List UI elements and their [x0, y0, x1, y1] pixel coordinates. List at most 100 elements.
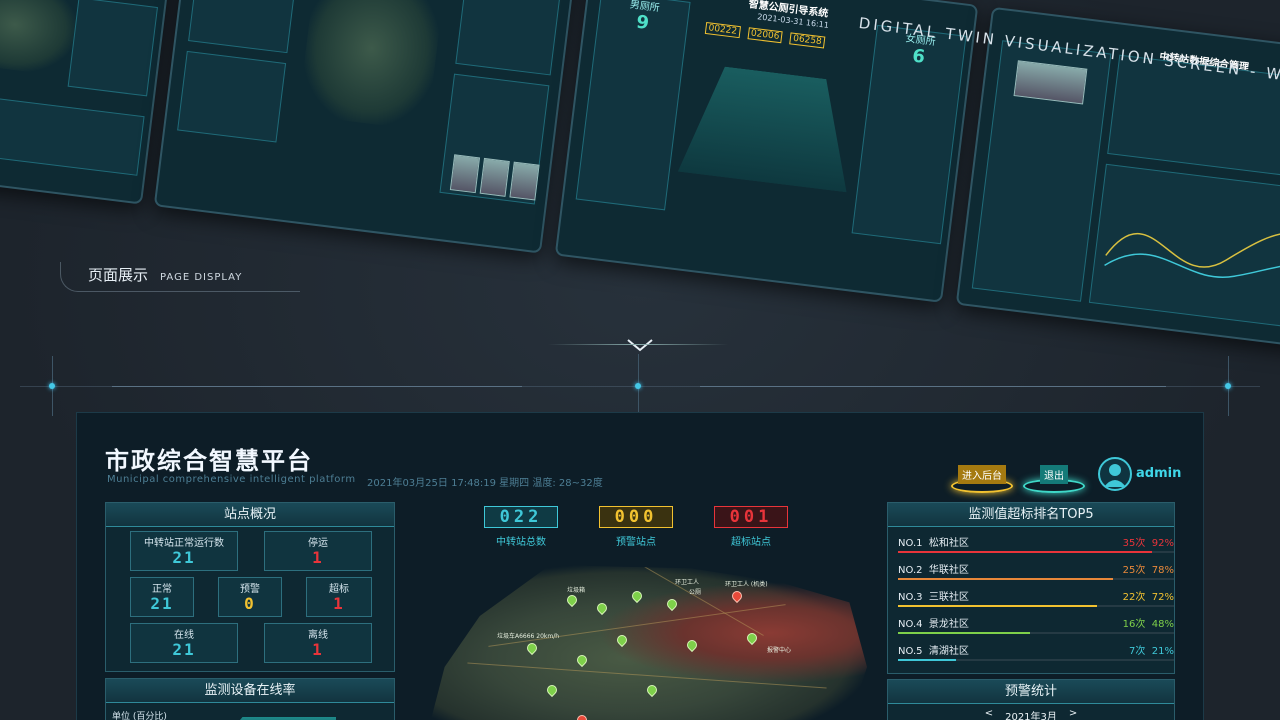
month-switcher: < 2021年3月 >	[888, 704, 1174, 720]
warning-label: 预警	[240, 584, 260, 595]
rank-bar	[898, 605, 1174, 607]
rank-bar-fill	[898, 659, 956, 661]
counter-exceed-stations: 001 超标站点	[714, 506, 788, 548]
map-pin[interactable]	[664, 596, 680, 612]
stopped-label: 停运	[308, 538, 328, 549]
exceed-value: 1	[333, 594, 345, 613]
exceed-percent: 78%	[1151, 565, 1174, 576]
alarm-pin[interactable]	[574, 712, 590, 720]
exceed-label: 超标	[329, 584, 349, 595]
online-value: 21	[172, 640, 196, 659]
exceed-times: 25次	[1122, 565, 1146, 576]
running-stations-card: 中转站正常运行数 21	[130, 531, 238, 571]
alarm-pin[interactable]	[729, 588, 745, 604]
exceed-stations-value: 001	[714, 506, 788, 528]
exceed-percent: 48%	[1151, 619, 1174, 630]
map-pin[interactable]	[544, 682, 560, 698]
rank-number: NO.2	[898, 565, 923, 576]
stopped-card: 停运 1	[264, 531, 372, 571]
exit-label: 退出	[1040, 465, 1068, 484]
dashboard-subtitle: Municipal comprehensive intelligent plat…	[107, 474, 356, 485]
map-pin[interactable]	[744, 630, 760, 646]
map-pin[interactable]	[594, 600, 610, 616]
rank-bar	[898, 578, 1174, 580]
user-avatar-icon[interactable]	[1098, 457, 1132, 491]
preview-screen-2	[153, 0, 578, 254]
community-name: 清湖社区	[928, 646, 969, 657]
enter-admin-label: 进入后台	[958, 465, 1006, 484]
divider-top	[548, 344, 728, 345]
counter-0: 00222	[704, 22, 741, 39]
stopped-value: 1	[312, 548, 324, 567]
community-name: 松和社区	[928, 538, 969, 549]
municipal-dashboard: 市政综合智慧平台 Municipal comprehensive intelli…	[76, 412, 1204, 720]
warning-value: 0	[244, 594, 256, 613]
frame-line-right	[700, 386, 1166, 387]
rank-bar	[898, 659, 1174, 661]
map-pin[interactable]	[524, 640, 540, 656]
map-pin[interactable]	[614, 632, 630, 648]
normal-card: 正常 21	[130, 577, 194, 617]
exceed-times: 16次	[1122, 619, 1146, 630]
map-pin[interactable]	[574, 652, 590, 668]
username[interactable]: admin	[1136, 466, 1181, 481]
map-label: 环卫工人	[675, 579, 700, 586]
counter-1: 02006	[747, 27, 783, 44]
exceed-card: 超标 1	[306, 577, 372, 617]
exit-button[interactable]: 退出	[1023, 457, 1085, 493]
city-3d-map[interactable]: 垃圾箱 环卫工人 环卫工人 (机类) 垃圾车A6666 20km/h 报警中心 …	[427, 565, 867, 720]
rank-number: NO.5	[898, 646, 923, 657]
exceed-percent: 72%	[1151, 592, 1174, 603]
rank-number: NO.1	[898, 538, 923, 549]
map-pin[interactable]	[644, 682, 660, 698]
next-month-button[interactable]: >	[1069, 708, 1077, 720]
frame-line-left	[112, 386, 522, 387]
preview-line-chart	[1104, 232, 1280, 287]
exceed-stations-label: 超标站点	[731, 537, 771, 548]
community-name: 三联社区	[928, 592, 969, 603]
exceed-times: 7次	[1129, 646, 1146, 657]
online-label: 在线	[174, 630, 194, 641]
online-rate-panel: 监测设备在线率 单位 (百分比)	[105, 678, 395, 720]
total-stations-value: 022	[484, 506, 558, 528]
map-label: 公厕	[689, 589, 702, 596]
running-value: 21	[172, 548, 196, 567]
preview-screen-1	[0, 0, 179, 205]
community-name: 景龙社区	[928, 619, 969, 630]
rank-number: NO.3	[898, 592, 923, 603]
page-display-stage: 返回 智慧公厕引导系统 2021-03-31 16:11 男厕所 9 女厕所 6…	[0, 0, 1280, 720]
exceed-times: 35次	[1122, 538, 1146, 549]
top5-row[interactable]: NO.2 华联社区 25次 78%	[898, 564, 1174, 580]
map-pin[interactable]	[629, 588, 645, 604]
top5-row[interactable]: NO.4 景龙社区 16次 48%	[898, 618, 1174, 634]
enter-admin-button[interactable]: 进入后台	[951, 457, 1013, 493]
online-card: 在线 21	[130, 623, 238, 663]
top5-row[interactable]: NO.5 清湖社区 7次 21%	[898, 645, 1174, 661]
offline-value: 1	[312, 640, 324, 659]
top5-panel: 监测值超标排名TOP5 NO.1 松和社区 35次 92% NO.2 华联社区 25次…	[887, 502, 1175, 674]
rank-bar	[898, 551, 1174, 553]
counter-total-stations: 022 中转站总数	[484, 506, 558, 548]
map-pin[interactable]	[564, 592, 580, 608]
map-label: 垃圾车A6666 20km/h	[497, 633, 560, 640]
exceed-percent: 21%	[1151, 646, 1174, 657]
offline-card: 离线 1	[264, 623, 372, 663]
map-pin[interactable]	[684, 637, 700, 653]
normal-value: 21	[150, 594, 174, 613]
counter-2: 06258	[789, 32, 826, 49]
dashboard-title: 市政综合智慧平台	[105, 447, 313, 475]
warning-card: 预警 0	[218, 577, 282, 617]
warning-stations-label: 预警站点	[616, 537, 656, 548]
frame-node	[49, 383, 55, 389]
frame-node	[635, 383, 641, 389]
offline-label: 离线	[308, 630, 328, 641]
map-label: 垃圾箱	[567, 587, 586, 594]
top5-row[interactable]: NO.1 松和社区 35次 92%	[898, 537, 1174, 553]
prev-month-button[interactable]: <	[985, 708, 993, 720]
rank-bar-fill	[898, 605, 1097, 607]
normal-label: 正常	[152, 584, 172, 595]
section-title-cn: 页面展示	[88, 266, 149, 284]
top5-row[interactable]: NO.3 三联社区 22次 72%	[898, 591, 1174, 607]
station-overview-title: 站点概况	[106, 503, 394, 527]
toilet-3d-model	[678, 62, 860, 192]
